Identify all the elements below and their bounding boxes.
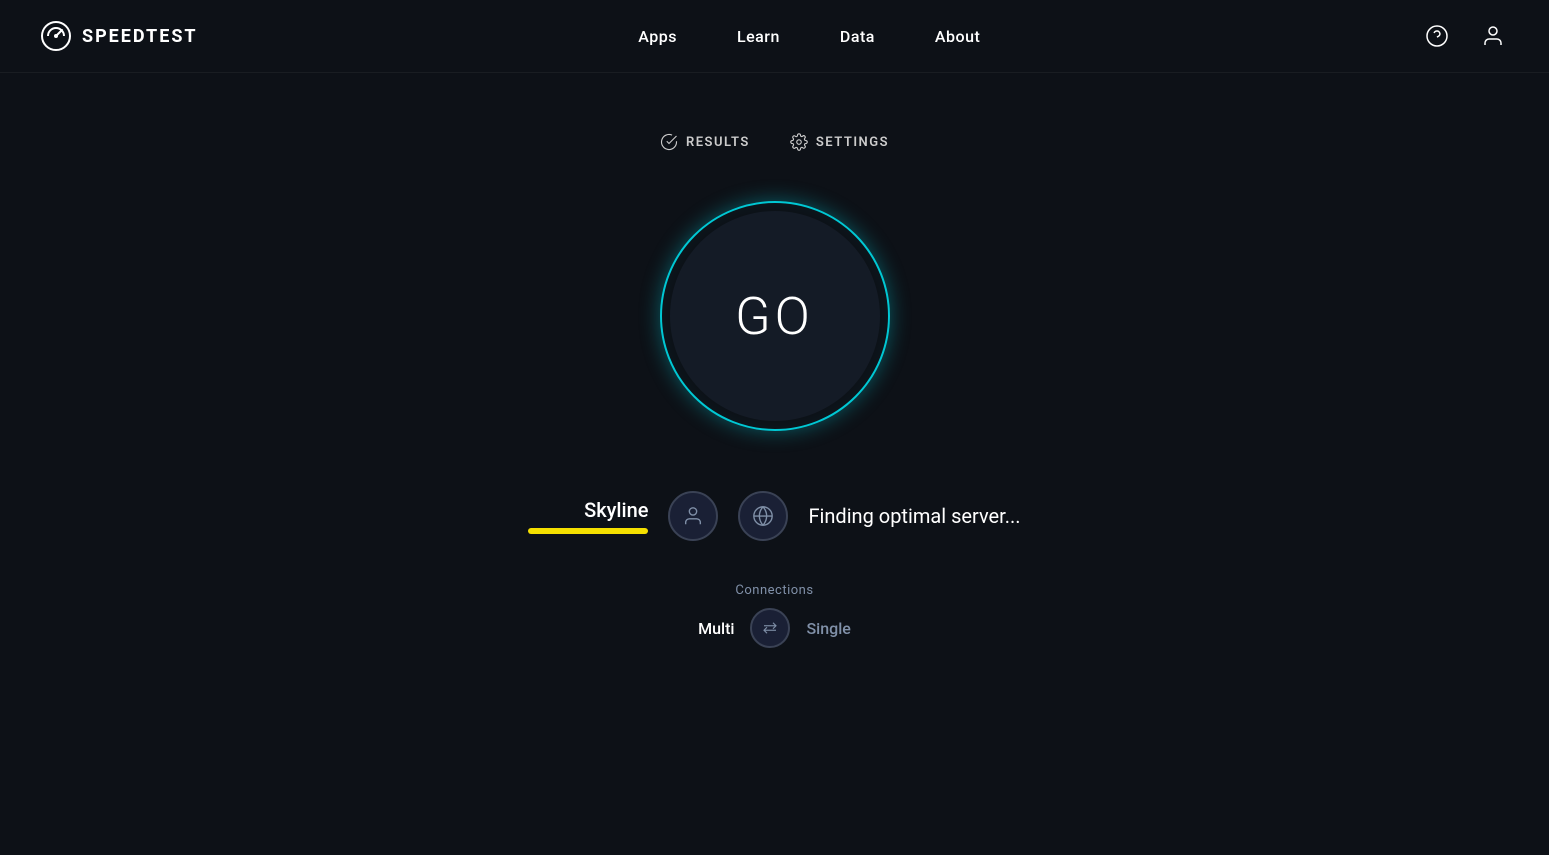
single-label[interactable]: Single xyxy=(806,619,850,638)
server-name: Skyline xyxy=(584,498,648,522)
globe-icon xyxy=(752,505,774,527)
go-button[interactable]: GO xyxy=(670,211,880,421)
header: SPEEDTEST Apps Learn Data About xyxy=(0,0,1549,73)
yellow-bar xyxy=(528,528,648,534)
nav-right xyxy=(1421,20,1509,52)
server-info-row: Skyline Finding optimal server... xyxy=(528,491,1020,541)
main-nav: Apps Learn Data About xyxy=(638,27,980,46)
user-server-icon xyxy=(682,505,704,527)
toolbar: RESULTS SETTINGS xyxy=(660,133,889,151)
finding-server-text: Finding optimal server... xyxy=(808,504,1020,528)
nav-learn[interactable]: Learn xyxy=(737,27,780,46)
nav-data[interactable]: Data xyxy=(840,27,875,46)
nav-apps[interactable]: Apps xyxy=(638,27,677,46)
connections-arrows-icon xyxy=(761,619,779,637)
results-icon xyxy=(660,133,678,151)
logo-text: SPEEDTEST xyxy=(82,26,198,47)
globe-icon-button[interactable] xyxy=(738,491,788,541)
logo[interactable]: SPEEDTEST xyxy=(40,20,198,52)
connections-section: Connections Multi Single xyxy=(698,583,851,648)
settings-button[interactable]: SETTINGS xyxy=(790,133,889,151)
connections-label: Connections xyxy=(735,583,813,598)
user-button[interactable] xyxy=(1477,20,1509,52)
connections-toggle-button[interactable] xyxy=(750,608,790,648)
help-button[interactable] xyxy=(1421,20,1453,52)
multi-label[interactable]: Multi xyxy=(698,619,734,638)
go-label: GO xyxy=(735,286,814,347)
nav-about[interactable]: About xyxy=(935,27,980,46)
help-icon xyxy=(1425,24,1449,48)
server-right: Finding optimal server... xyxy=(808,504,1020,528)
results-button[interactable]: RESULTS xyxy=(660,133,750,151)
server-left: Skyline xyxy=(528,498,648,534)
connections-toggle: Multi Single xyxy=(698,608,851,648)
settings-icon xyxy=(790,133,808,151)
go-button-wrapper[interactable]: GO xyxy=(660,201,890,431)
main-content: RESULTS SETTINGS GO Skyline xyxy=(0,73,1549,648)
speedtest-logo-icon xyxy=(40,20,72,52)
user-icon xyxy=(1481,24,1505,48)
user-server-icon-button[interactable] xyxy=(668,491,718,541)
